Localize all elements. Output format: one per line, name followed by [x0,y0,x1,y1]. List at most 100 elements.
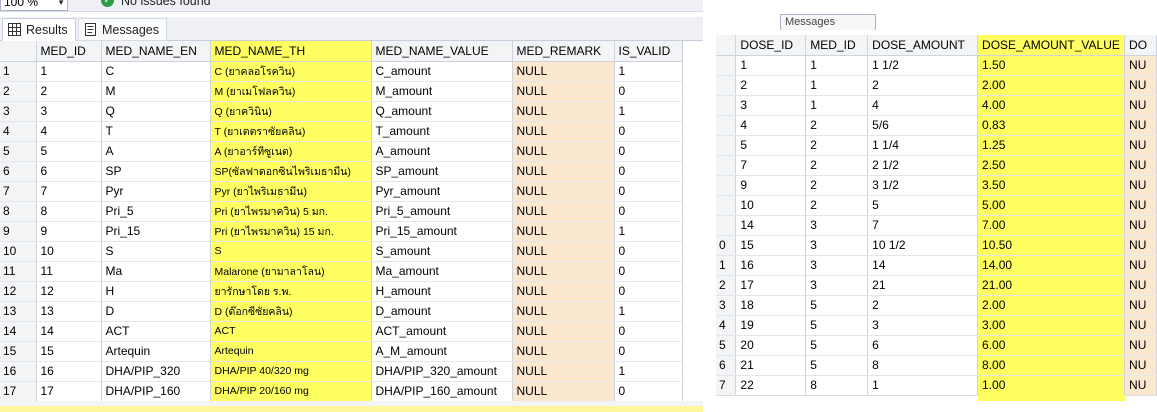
table-row[interactable]: 4 2 5/6 0.83 NU [716,115,1157,136]
table-cell[interactable]: 6 [867,335,979,356]
table-row[interactable]: 12 12 H ยารักษาโดย ร.พ. H_amount NULL 0 [0,281,683,302]
messages-tab-fragment[interactable]: Messages [780,14,876,30]
row-number[interactable]: 3 [0,101,37,122]
table-cell[interactable]: 10 [735,195,807,216]
table-cell[interactable]: SP [101,161,211,182]
table-cell[interactable]: 14 [735,215,807,236]
table-cell[interactable]: Ma_amount [371,261,513,282]
table-cell[interactable]: NULL [512,281,615,302]
table-cell[interactable]: 2 [805,175,869,196]
table-cell[interactable]: 10 [36,241,102,262]
table-cell[interactable]: 2 [867,295,979,316]
table-cell[interactable]: NU [1124,295,1157,316]
table-cell[interactable]: 1.00 [977,375,1126,396]
row-number[interactable]: 5 [0,141,37,162]
table-cell[interactable]: 0 [614,281,683,302]
table-cell[interactable]: 2 [805,135,869,156]
table-cell[interactable]: 9 [36,221,102,242]
table-cell[interactable]: C [101,61,211,82]
table-cell[interactable]: Pri_15_amount [371,221,513,242]
table-row[interactable]: 11CC (ยาคลอโรควิน) C_amount NULL 1 [0,61,683,82]
row-number[interactable]: 6 [716,355,737,376]
table-cell[interactable]: NULL [512,81,615,102]
table-cell[interactable]: 0 [614,141,683,162]
table-cell[interactable]: 3 1/2 [867,175,979,196]
row-number[interactable] [716,135,737,156]
row-number[interactable]: 2 [0,81,37,102]
row-number[interactable]: 2 [716,275,737,296]
row-number[interactable] [716,155,737,176]
table-cell[interactable]: 7 [36,181,102,202]
table-cell[interactable]: 18 [735,295,807,316]
table-cell[interactable]: 5 [867,195,979,216]
tab-messages[interactable]: Messages [78,18,167,41]
table-cell[interactable]: 20 [735,335,807,356]
table-row[interactable]: 5 20 5 6 6.00 NU [716,335,1157,356]
table-row[interactable]: 8 8 Pri_5 Pri (ยาไพรมาควิน) 5 มก. Pri_5_amou… [0,201,683,222]
table-cell[interactable]: 1 [614,101,683,122]
table-cell[interactable]: 2 1/2 [867,155,979,176]
table-cell[interactable]: Pri (ยาไพรมาควิน) 5 มก. [210,201,372,222]
table-row[interactable]: 6 21 5 8 8.00 NU [716,355,1157,376]
table-cell[interactable]: 12 [36,281,102,302]
table-cell[interactable]: NU [1124,315,1157,336]
table-cell[interactable]: 1 [614,361,683,382]
table-cell[interactable]: 7.00 [977,215,1126,236]
row-number[interactable]: 7 [716,375,737,396]
table-cell[interactable]: 1 [614,301,683,322]
table-cell[interactable]: C (ยาคลอโรควิน) [210,61,372,82]
table-cell[interactable]: 4 [867,95,979,116]
table-cell[interactable]: 0 [614,121,683,142]
table-cell[interactable]: 4.00 [977,95,1126,116]
table-row[interactable]: 10 2 5 5.00 NU [716,195,1157,216]
table-cell[interactable]: NU [1124,375,1157,396]
table-cell[interactable]: 0 [614,241,683,262]
table-row[interactable]: 17 17 DHA/PIP_160 DHA/PIP 20/160 mg DHA/PIP_… [0,381,683,402]
row-number[interactable]: 13 [0,301,37,322]
table-cell[interactable]: NU [1124,275,1157,296]
row-number[interactable]: 4 [0,121,37,142]
table-cell[interactable]: 3 [805,275,869,296]
table-row[interactable]: 9 9 Pri_15 Pri (ยาไพรมาควิน) 15 มก. Pri_15_a… [0,221,683,242]
column-header[interactable]: MED_NAME_EN [101,41,211,62]
table-cell[interactable]: ACT_amount [371,321,513,342]
table-row[interactable]: 111 1/2 1.50 NU [716,55,1157,76]
table-cell[interactable]: 13 [36,301,102,322]
table-cell[interactable]: 19 [735,315,807,336]
table-row[interactable]: 0 15 3 10 1/2 10.50 NU [716,235,1157,256]
table-cell[interactable]: 0 [614,321,683,342]
table-cell[interactable]: 5 [805,355,869,376]
table-cell[interactable]: Q (ยาควินิน) [210,101,372,122]
table-cell[interactable]: NU [1124,235,1157,256]
column-header[interactable]: DOSE_ID [735,35,807,56]
row-number[interactable] [716,95,737,116]
row-number[interactable] [716,55,737,76]
table-cell[interactable]: Artequin [101,341,211,362]
table-cell[interactable]: NULL [512,161,615,182]
table-cell[interactable]: NULL [512,61,615,82]
table-cell[interactable]: 7 [867,215,979,236]
table-cell[interactable]: 5.00 [977,195,1126,216]
table-cell[interactable]: 1 1/4 [867,135,979,156]
table-cell[interactable]: NU [1124,135,1157,156]
table-cell[interactable]: NULL [512,101,615,122]
table-cell[interactable]: 0.83 [977,115,1126,136]
table-cell[interactable]: Pri_5 [101,201,211,222]
table-cell[interactable]: H_amount [371,281,513,302]
table-cell[interactable]: NULL [512,321,615,342]
table-cell[interactable]: 3 [867,315,979,336]
table-cell[interactable]: 2 [805,195,869,216]
table-cell[interactable]: NU [1124,55,1157,76]
table-cell[interactable]: ACT [210,321,372,342]
table-cell[interactable]: 21 [735,355,807,376]
row-number[interactable]: 10 [0,241,37,262]
row-number[interactable] [716,75,737,96]
table-row[interactable]: 15 15 Artequin Artequin A_M_amount NULL 0 [0,341,683,362]
table-cell[interactable]: Pri_5_amount [371,201,513,222]
table-row[interactable]: 722 1/2 2.50 NU [716,155,1157,176]
table-cell[interactable]: 0 [614,181,683,202]
table-cell[interactable]: A_M_amount [371,341,513,362]
row-number[interactable] [716,215,737,236]
table-cell[interactable]: 14 [36,321,102,342]
table-cell[interactable]: NULL [512,301,615,322]
